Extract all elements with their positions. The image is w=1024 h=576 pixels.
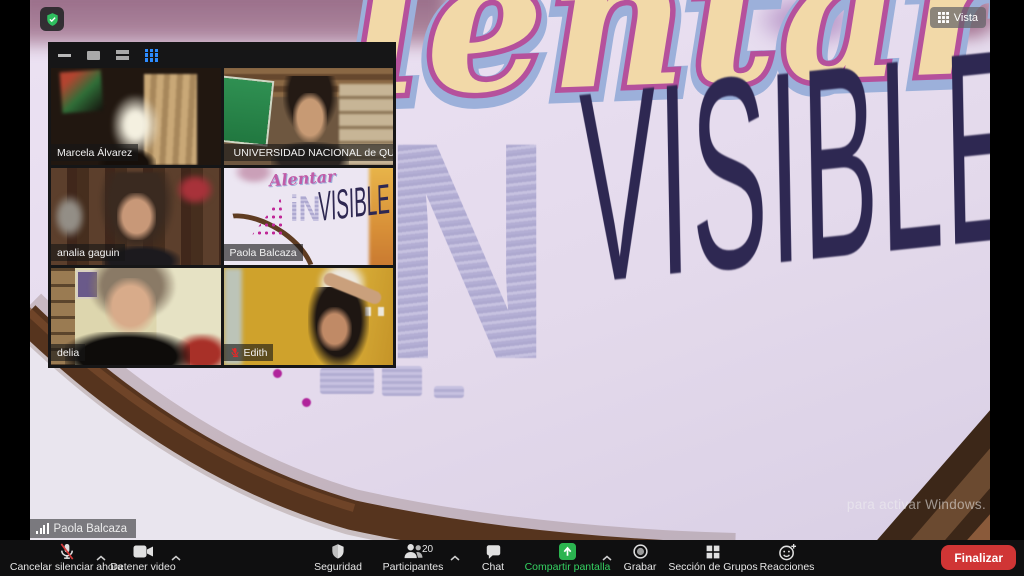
video-scene-detail (293, 93, 327, 142)
camera-icon (133, 543, 154, 560)
share-screen-button-label: Compartir pantalla (525, 561, 611, 573)
participant-tile-paola[interactable]: Alentar iN VISIBLE Paola Balcaza (224, 168, 394, 265)
share-screen-button[interactable]: Compartir pantalla (515, 540, 620, 576)
active-speaker-name: Paola Balcaza (54, 523, 128, 535)
stop-video-button-label: Detener video (110, 561, 175, 573)
gallery-view-icon[interactable] (145, 49, 158, 62)
participant-name: Marcela Álvarez (57, 147, 132, 159)
security-shield-badge[interactable] (40, 7, 64, 31)
participant-name: delia (57, 347, 79, 359)
speaker-view-icon[interactable] (87, 51, 100, 60)
view-button-label: Vista (954, 12, 978, 24)
video-scene-detail (224, 77, 273, 144)
zoom-meeting-window: lentar lentar N VISIBLE para activar Win… (0, 0, 1024, 576)
participant-grid: Marcela Álvarez (48, 68, 396, 368)
record-icon (632, 543, 649, 560)
security-button[interactable]: Seguridad (308, 540, 368, 576)
gallery-view-controls (48, 42, 396, 68)
shield-icon (330, 543, 346, 560)
participants-button[interactable]: Participantes 20 (368, 540, 458, 576)
shared-screen-video: lentar lentar N VISIBLE para activar Win… (30, 0, 990, 540)
reactions-icon (778, 543, 797, 560)
video-scene-detail (54, 195, 85, 238)
mic-muted-icon (230, 347, 240, 358)
breakout-rooms-icon (705, 543, 721, 560)
participant-tile-analia[interactable]: analia gaguin (51, 168, 221, 265)
participant-name-tag: Marcela Álvarez (51, 144, 138, 161)
participant-tile-delia[interactable]: delia (51, 268, 221, 365)
record-button-label: Grabar (624, 561, 657, 573)
video-scene-detail (176, 174, 213, 205)
gallery-panel: Marcela Álvarez (48, 42, 396, 368)
chat-bubble-icon (485, 543, 502, 560)
participant-name-tag: Paola Balcaza (224, 244, 303, 261)
mic-muted-icon (57, 543, 77, 560)
reactions-button[interactable]: Reacciones (752, 540, 822, 576)
meeting-toolbar: Cancelar silenciar ahora Detener video (0, 540, 1024, 576)
shield-check-icon (45, 12, 60, 27)
participant-name: Paola Balcaza (230, 247, 297, 259)
video-scene-detail (317, 307, 353, 352)
grid-view-icon (938, 12, 949, 23)
participant-count: 20 (422, 544, 433, 555)
video-scene-detail (105, 278, 156, 334)
strip-view-icon[interactable] (116, 50, 129, 60)
end-meeting-button[interactable]: Finalizar (941, 545, 1016, 570)
participant-name: Edith (244, 347, 268, 359)
participant-tile-edith[interactable]: Edith (224, 268, 394, 365)
chat-button[interactable]: Chat (470, 540, 516, 576)
participant-name: UNIVERSIDAD NACIONAL de QU... (234, 147, 394, 159)
embroidery-knit-word-mini: iN (290, 191, 321, 227)
stop-video-button[interactable]: Detener video (100, 540, 186, 576)
audio-level-icon (36, 523, 49, 534)
breakout-rooms-button-label: Sección de Grupos (668, 561, 757, 573)
participant-tile-universidad[interactable]: UNIVERSIDAD NACIONAL de QU... (224, 68, 394, 165)
participant-name-tag: delia (51, 344, 85, 361)
share-screen-icon (559, 543, 576, 560)
windows-activation-watermark: para activar Windows. (847, 497, 986, 512)
participant-name-tag: UNIVERSIDAD NACIONAL de QU... (224, 144, 394, 161)
participant-name: analia gaguin (57, 247, 119, 259)
participants-button-label: Participantes (383, 561, 444, 573)
security-button-label: Seguridad (314, 561, 362, 573)
participant-name-tag: analia gaguin (51, 244, 125, 261)
video-scene-detail (117, 193, 156, 240)
reactions-button-label: Reacciones (760, 561, 815, 573)
minimize-icon[interactable] (58, 54, 71, 57)
participants-options-caret[interactable] (450, 548, 460, 566)
participant-tile-marcela[interactable]: Marcela Álvarez (51, 68, 221, 165)
video-options-caret[interactable] (171, 548, 181, 566)
video-scene-detail (60, 70, 103, 113)
chat-button-label: Chat (482, 561, 504, 573)
active-speaker-name-tag: Paola Balcaza (30, 519, 136, 538)
participant-name-tag: Edith (224, 344, 274, 361)
share-options-caret[interactable] (602, 548, 612, 566)
view-button[interactable]: Vista (930, 7, 986, 28)
embroidery-visible-word-mini: VISIBLE (318, 179, 390, 229)
